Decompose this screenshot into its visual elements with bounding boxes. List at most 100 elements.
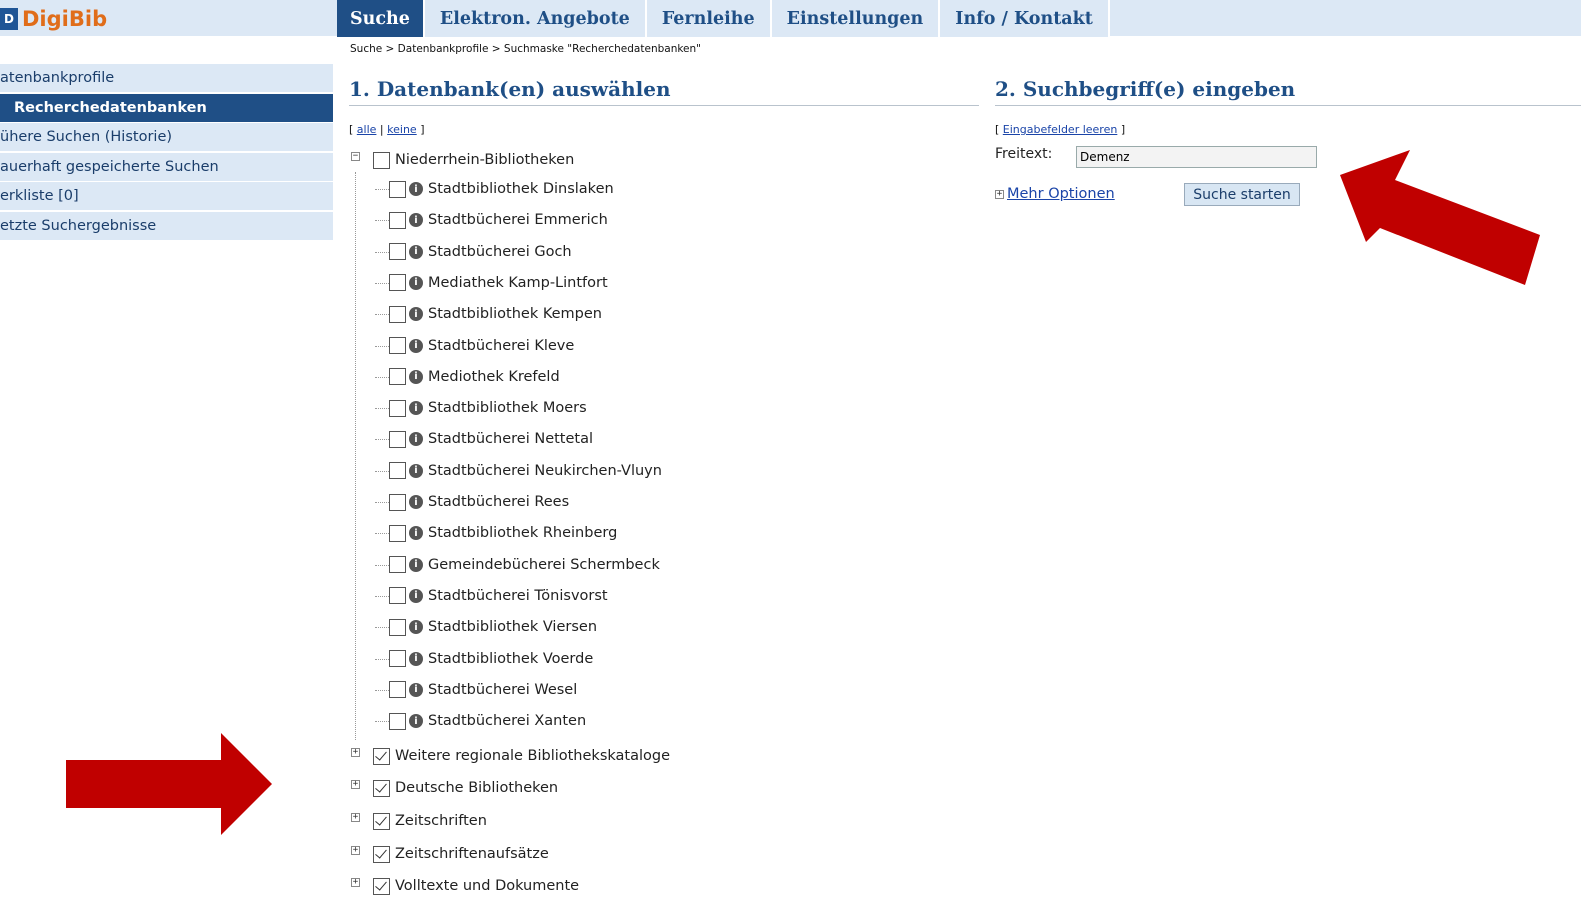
library-checkbox[interactable]	[389, 618, 406, 636]
info-icon[interactable]: i	[409, 275, 423, 290]
library-checkbox[interactable]	[389, 211, 406, 229]
tree-group: Zeitschriftenaufsätze	[373, 841, 549, 867]
group-label: Weitere regionale Bibliothekskataloge	[395, 748, 670, 764]
library-checkbox[interactable]	[389, 430, 406, 448]
tree-branch	[375, 282, 389, 284]
info-icon[interactable]: i	[409, 714, 423, 729]
info-icon[interactable]: i	[409, 588, 423, 603]
info-icon[interactable]: i	[409, 369, 423, 384]
library-checkbox[interactable]	[389, 493, 406, 511]
expand-icon[interactable]: +	[351, 846, 360, 855]
select-links: [ alle | keine ]	[349, 123, 424, 136]
tree-group-niederrhein: Niederrhein-Bibliotheken	[373, 147, 574, 173]
library-checkbox[interactable]	[389, 337, 406, 354]
sidebar: atenbankprofile Recherchedatenbanken ühe…	[0, 64, 333, 241]
info-icon[interactable]: i	[409, 620, 423, 635]
tree-branch	[375, 251, 389, 253]
more-options[interactable]: + Mehr Optionen	[995, 186, 1115, 202]
group-label: Zeitschriftenaufsätze	[395, 846, 549, 862]
breadcrumb: Suche > Datenbankprofile > Suchmaske "Re…	[350, 43, 702, 55]
group-checkbox-checked[interactable]	[373, 812, 390, 830]
library-item: i Stadtbibliothek Rheinberg	[389, 520, 617, 546]
library-checkbox[interactable]	[389, 368, 406, 386]
library-checkbox[interactable]	[389, 587, 406, 605]
group-checkbox-checked[interactable]	[373, 779, 390, 797]
tab-einstellungen[interactable]: Einstellungen	[771, 0, 941, 37]
collapse-icon[interactable]: −	[351, 152, 360, 161]
sidebar-item-datenbankprofile[interactable]: atenbankprofile	[0, 64, 333, 92]
library-item: i Mediathek Kamp-Lintfort	[389, 270, 608, 296]
info-icon[interactable]: i	[409, 463, 423, 478]
info-icon[interactable]: i	[409, 495, 423, 509]
group-label: Deutsche Bibliotheken	[395, 780, 559, 796]
info-icon[interactable]: i	[409, 338, 423, 353]
select-all-link[interactable]: alle	[357, 123, 377, 136]
info-icon[interactable]: i	[409, 401, 423, 416]
expand-icon[interactable]: +	[351, 878, 360, 887]
tab-suche[interactable]: Suche	[337, 0, 425, 37]
info-icon[interactable]: i	[409, 182, 423, 196]
select-none-link[interactable]: keine	[387, 123, 417, 136]
info-icon[interactable]: i	[409, 432, 423, 447]
tree-branch	[375, 564, 389, 566]
library-checkbox[interactable]	[389, 399, 406, 417]
library-checkbox[interactable]	[389, 305, 406, 323]
library-label: Stadtbibliothek Dinslaken	[428, 181, 614, 197]
expand-icon[interactable]: +	[351, 780, 360, 789]
info-icon[interactable]: i	[409, 213, 423, 228]
clear-fields-link[interactable]: Eingabefelder leeren	[1003, 123, 1118, 136]
library-label: Stadtbibliothek Moers	[428, 400, 587, 417]
library-checkbox[interactable]	[389, 681, 406, 699]
bracket-open: [	[995, 123, 1000, 136]
tree-branch	[375, 376, 389, 378]
library-label: Stadtbücherei Rees	[428, 494, 570, 510]
library-checkbox[interactable]	[389, 243, 406, 261]
library-item: i Stadtbibliothek Dinslaken	[389, 176, 614, 202]
library-item: i Mediothek Krefeld	[389, 364, 560, 390]
tree-branch	[375, 470, 389, 472]
library-item: i Stadtbücherei Nettetal	[389, 426, 593, 452]
tree-line	[355, 172, 356, 740]
library-label: Stadtbücherei Xanten	[428, 713, 587, 730]
library-label: Stadtbibliothek Kempen	[428, 306, 602, 323]
library-checkbox[interactable]	[389, 462, 406, 480]
info-icon[interactable]: i	[409, 244, 423, 259]
tab-fernleihe[interactable]: Fernleihe	[646, 0, 772, 37]
logo[interactable]: D DigiBib	[0, 4, 107, 34]
info-icon[interactable]: i	[409, 651, 423, 666]
library-checkbox[interactable]	[389, 712, 406, 730]
info-icon[interactable]: i	[409, 682, 423, 697]
sidebar-item-gespeicherte-suchen[interactable]: auerhaft gespeicherte Suchen	[0, 152, 333, 181]
more-options-link[interactable]: Mehr Optionen	[1007, 186, 1115, 202]
group-checkbox-checked[interactable]	[373, 877, 390, 895]
info-icon[interactable]: i	[409, 526, 423, 541]
bracket-open: [	[349, 123, 354, 136]
library-item: i Stadtbücherei Rees	[389, 489, 569, 515]
sidebar-item-merkliste[interactable]: erkliste [0]	[0, 182, 333, 210]
sidebar-item-recherchedatenbanken[interactable]: Recherchedatenbanken	[0, 93, 333, 122]
expand-icon[interactable]: +	[995, 189, 1004, 199]
sidebar-item-letzte-suchergebnisse[interactable]: etzte Suchergebnisse	[0, 211, 333, 240]
expand-icon[interactable]: +	[351, 813, 360, 822]
expand-icon[interactable]: +	[351, 748, 360, 757]
group-checkbox-checked[interactable]	[373, 845, 390, 863]
info-icon[interactable]: i	[409, 307, 423, 322]
library-checkbox[interactable]	[389, 650, 406, 667]
section2-title: 2. Suchbegriff(e) eingeben	[995, 77, 1581, 106]
tab-info-kontakt[interactable]: Info / Kontakt	[940, 0, 1110, 37]
library-checkbox[interactable]	[389, 524, 406, 542]
search-start-button[interactable]: Suche starten	[1184, 183, 1300, 206]
library-checkbox[interactable]	[389, 556, 406, 574]
library-label: Mediothek Krefeld	[428, 368, 560, 385]
tree-branch	[375, 502, 389, 503]
library-item: i Stadtbibliothek Voerde	[389, 646, 593, 672]
library-checkbox[interactable]	[389, 180, 406, 198]
info-icon[interactable]: i	[409, 557, 423, 572]
sidebar-item-historie[interactable]: ühere Suchen (Historie)	[0, 123, 333, 151]
group-checkbox[interactable]	[373, 151, 390, 169]
library-checkbox[interactable]	[389, 274, 406, 292]
freitext-input[interactable]	[1076, 146, 1317, 168]
tab-elektron-angebote[interactable]: Elektron. Angebote	[424, 0, 647, 37]
logo-mark-icon: D	[0, 8, 18, 30]
group-checkbox-checked[interactable]	[373, 747, 390, 765]
